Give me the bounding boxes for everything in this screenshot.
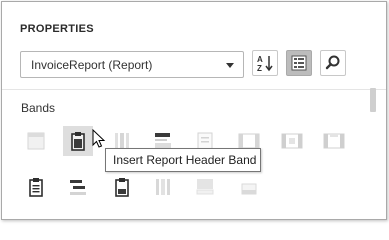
page-footer-band-button[interactable] xyxy=(107,172,137,202)
sort-alphabetical-icon: A Z xyxy=(257,55,273,73)
mouse-cursor-icon xyxy=(92,129,106,148)
bands-section-label: Bands xyxy=(21,101,56,115)
band-tooltip: Insert Report Header Band xyxy=(105,148,261,172)
vertical-header-band-icon xyxy=(156,179,170,195)
report-footer-band-button[interactable] xyxy=(319,126,349,156)
vertical-header-band-button[interactable] xyxy=(148,172,178,202)
categories-icon xyxy=(291,55,307,71)
svg-text:Z: Z xyxy=(257,64,262,73)
group-footer-band-icon xyxy=(281,133,303,149)
bottom-margin-band-button[interactable] xyxy=(234,172,264,202)
page-footer-band-icon xyxy=(115,178,129,197)
report-header-band-button[interactable] xyxy=(63,126,93,156)
top-margin-band-button[interactable] xyxy=(21,126,51,156)
search-button[interactable] xyxy=(320,50,346,76)
component-selector-value: InvoiceReport (Report) xyxy=(31,58,153,72)
scrollbar-thumb[interactable] xyxy=(370,88,376,112)
vertical-detail-band-button[interactable] xyxy=(190,172,220,202)
report-footer-band-button-2[interactable] xyxy=(21,172,51,202)
properties-panel: PROPERTIES InvoiceReport (Report) A Z Ba… xyxy=(1,1,387,220)
component-selector[interactable]: InvoiceReport (Report) xyxy=(20,51,244,78)
bottom-margin-band-icon xyxy=(241,183,257,195)
vertical-detail-band-icon xyxy=(196,179,214,195)
svg-text:A: A xyxy=(257,55,263,64)
sort-alphabetical-button[interactable]: A Z xyxy=(252,50,278,76)
top-margin-band-icon xyxy=(27,132,45,150)
panel-title: PROPERTIES xyxy=(20,23,94,35)
group-footer-band-button-2[interactable] xyxy=(63,172,93,202)
report-header-band-icon xyxy=(71,132,85,151)
report-footer-band-icon xyxy=(29,178,43,197)
group-footer-band-icon xyxy=(70,180,86,195)
categories-button[interactable] xyxy=(286,50,312,76)
group-footer-band-button[interactable] xyxy=(277,126,307,156)
divider xyxy=(2,89,386,90)
search-icon xyxy=(325,55,340,70)
chevron-down-icon xyxy=(226,63,234,68)
report-footer-band-icon xyxy=(323,133,345,149)
